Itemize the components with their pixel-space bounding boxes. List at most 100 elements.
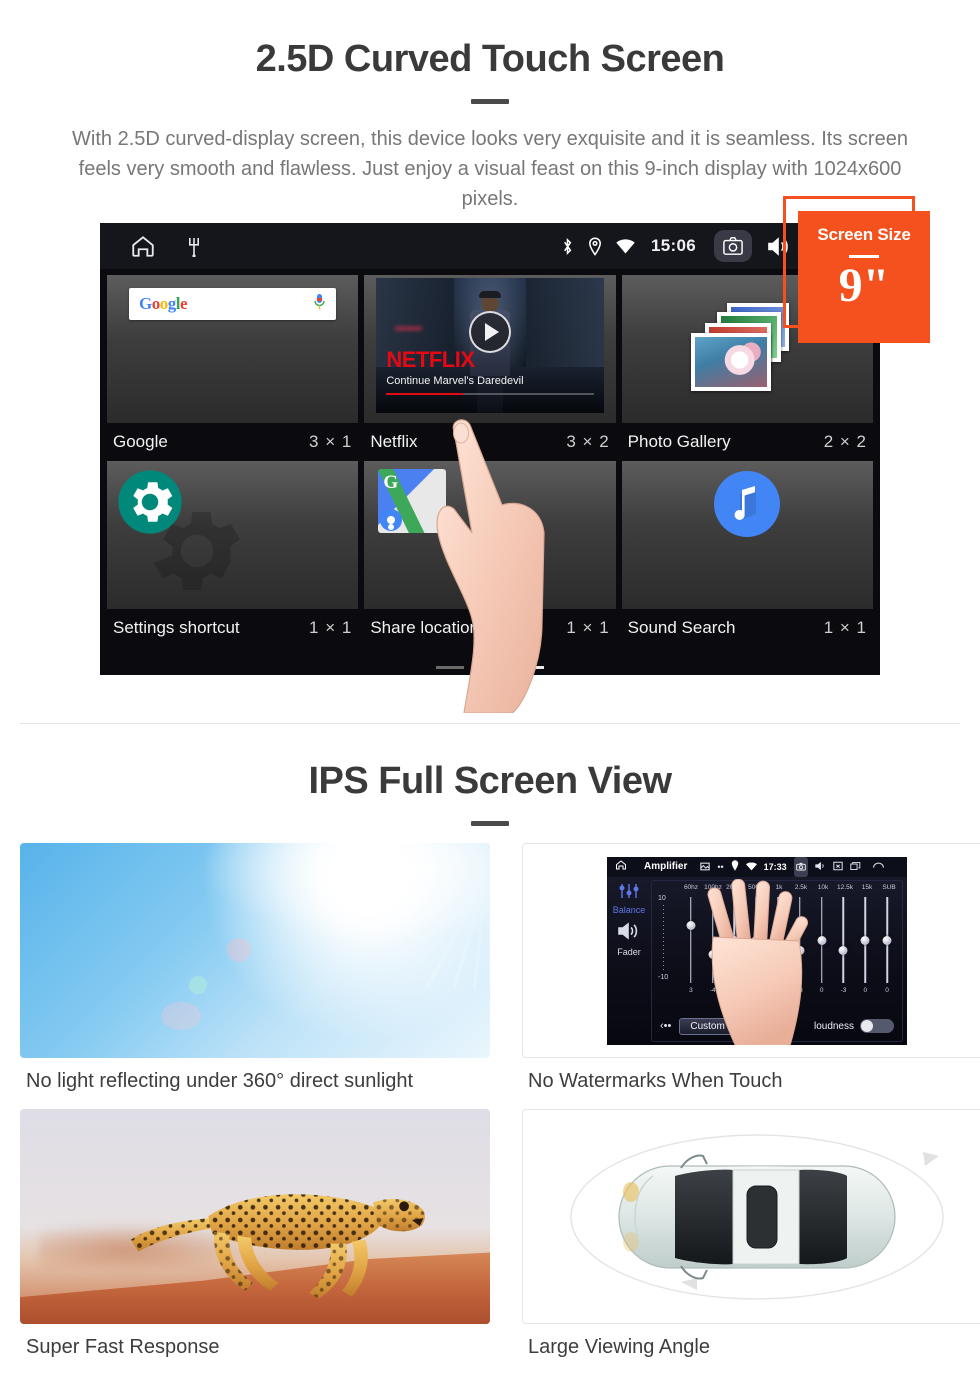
band-label: 60hz: [683, 883, 699, 891]
lens-flare-3: [161, 1002, 201, 1031]
section-2-underline: [471, 821, 509, 826]
home-icon[interactable]: [615, 858, 627, 876]
close-icon[interactable]: [833, 858, 843, 876]
settings-shortcut-widget[interactable]: [107, 461, 359, 609]
balance-label: Balance: [612, 904, 646, 915]
netflix-widget[interactable]: NETFLIX Continue Marvel's Daredevil: [364, 275, 616, 423]
amplifier-title: Amplifier: [644, 861, 688, 872]
widget-sound-search[interactable]: Sound Search 1 × 1: [621, 461, 873, 647]
camera-icon[interactable]: [793, 856, 808, 877]
status-bar: 15:06: [100, 223, 880, 269]
usb-icon[interactable]: [186, 235, 202, 257]
back-icon[interactable]: [872, 858, 885, 876]
widget-size: 3 × 2: [566, 432, 610, 451]
volume-icon[interactable]: [815, 858, 826, 876]
home-icon[interactable]: [130, 233, 156, 259]
card-caption: Super Fast Response: [26, 1336, 220, 1358]
eq-slider[interactable]: [833, 896, 855, 983]
microphone-icon[interactable]: [313, 293, 326, 316]
section-1-header: 2.5D Curved Touch Screen With 2.5D curve…: [0, 38, 980, 214]
page-indicator[interactable]: [100, 666, 880, 669]
more-icon[interactable]: ••: [717, 862, 723, 872]
eq-slider[interactable]: [854, 896, 876, 983]
fader-icon[interactable]: [607, 921, 651, 946]
eq-value: 3: [689, 986, 693, 994]
location-icon: [588, 236, 602, 256]
fader-label: Fader: [617, 946, 641, 957]
amplifier-screen: Amplifier •• 17:33 Balance Fader 60hz 1k…: [607, 856, 907, 1045]
widget-settings-shortcut[interactable]: Settings shortcut 1 × 1: [107, 461, 359, 647]
badge-title: Screen Size: [817, 225, 911, 244]
widget-size: 1 × 1: [823, 618, 867, 637]
widget-share-location[interactable]: G Share location 1 × 1: [364, 461, 616, 647]
widget-grid: Google Google 3 × 1 NETFLIX Continue Mar…: [100, 269, 880, 675]
eq-slider[interactable]: [680, 896, 702, 983]
ips-row-1: No light reflecting under 360° direct su…: [20, 843, 980, 1093]
title-underline: [471, 99, 509, 104]
loudness-label: loudness: [813, 1020, 854, 1032]
prev-preset-icon[interactable]: ‹••: [660, 1020, 671, 1032]
ips-card-watermarks: Amplifier •• 17:33 Balance Fader 60hz 1k…: [522, 843, 980, 1093]
widget-name: Photo Gallery: [627, 432, 731, 451]
netflix-subtitle: Continue Marvel's Daredevil: [386, 375, 524, 387]
search-input[interactable]: Google: [129, 288, 337, 320]
widget-row-2: Settings shortcut 1 × 1 G Share location…: [104, 461, 876, 647]
running-cheetah-photo: [20, 1109, 490, 1324]
widget-label-row: Sound Search 1 × 1: [622, 609, 873, 647]
widget-size: 1 × 1: [566, 618, 610, 637]
wifi-icon: [745, 858, 757, 876]
google-maps-icon[interactable]: G: [378, 469, 447, 533]
neon-light: [394, 326, 422, 330]
touching-hand-illustration: [703, 878, 815, 1045]
eq-value: 0: [885, 986, 889, 994]
badge-value: 9": [838, 259, 890, 312]
widget-name: Sound Search: [627, 618, 736, 637]
location-icon: [731, 858, 739, 876]
widget-name: Share location: [370, 618, 480, 637]
gallery-icon[interactable]: [700, 858, 711, 876]
netflix-logo: NETFLIX: [386, 347, 475, 372]
head-unit-screenshot: 15:06 Google Google 3 × 1 NETFLIX Contin…: [100, 223, 880, 714]
amplifier-equalizer-screenshot: Amplifier •• 17:33 Balance Fader 60hz 1k…: [522, 843, 980, 1058]
cheetah-figure: [123, 1165, 433, 1303]
page-dot-1[interactable]: [436, 666, 464, 669]
status-bar-clock: 15:06: [651, 236, 696, 255]
card-caption: No Watermarks When Touch: [528, 1070, 783, 1092]
eq-value: -3: [840, 986, 847, 994]
section-divider: [20, 723, 960, 724]
widget-name: Settings shortcut: [113, 618, 240, 637]
amplifier-status-bar: Amplifier •• 17:33: [607, 856, 907, 877]
card-caption: No light reflecting under 360° direct su…: [26, 1070, 414, 1092]
android-home-screen: 15:06 Google Google 3 × 1 NETFLIX Contin…: [100, 223, 880, 675]
camera-icon[interactable]: [714, 230, 752, 262]
band-label: 12.5k: [837, 883, 853, 891]
netflix-artwork: NETFLIX Continue Marvel's Daredevil: [376, 278, 604, 413]
widget-netflix[interactable]: NETFLIX Continue Marvel's Daredevil Netf…: [364, 275, 616, 461]
band-label: 10k: [817, 883, 829, 891]
db-scale: 10 -10: [658, 895, 668, 981]
widget-google[interactable]: Google Google 3 × 1: [107, 275, 359, 461]
google-g-letter: G: [383, 472, 399, 493]
ips-card-sunlight: No light reflecting under 360° direct su…: [20, 843, 490, 1093]
balance-icon[interactable]: [618, 883, 640, 903]
google-search-widget[interactable]: Google: [107, 275, 359, 423]
widget-label-row: Share location 1 × 1: [364, 609, 615, 647]
scale-max: 10: [658, 894, 666, 902]
screen-size-badge: Screen Size 9": [798, 211, 930, 343]
bluetooth-icon: [561, 237, 574, 256]
page-dot-2[interactable]: [476, 666, 504, 669]
eq-slider[interactable]: [876, 896, 898, 983]
ips-row-2: Super Fast Response Large Viewing Angle: [20, 1109, 980, 1359]
loudness-control[interactable]: loudness: [814, 1019, 894, 1033]
gear-icon[interactable]: [117, 469, 183, 535]
play-button[interactable]: [468, 311, 511, 353]
recents-icon[interactable]: [850, 858, 861, 876]
sound-search-widget[interactable]: [621, 461, 873, 609]
share-location-widget[interactable]: G: [364, 461, 616, 609]
page-dot-3[interactable]: [516, 666, 544, 669]
music-note-icon[interactable]: [714, 471, 781, 537]
photo-thumb-1: [691, 333, 772, 391]
band-label: 15k: [861, 883, 873, 891]
loudness-toggle[interactable]: [860, 1019, 894, 1033]
scale-ticks: [662, 904, 664, 971]
